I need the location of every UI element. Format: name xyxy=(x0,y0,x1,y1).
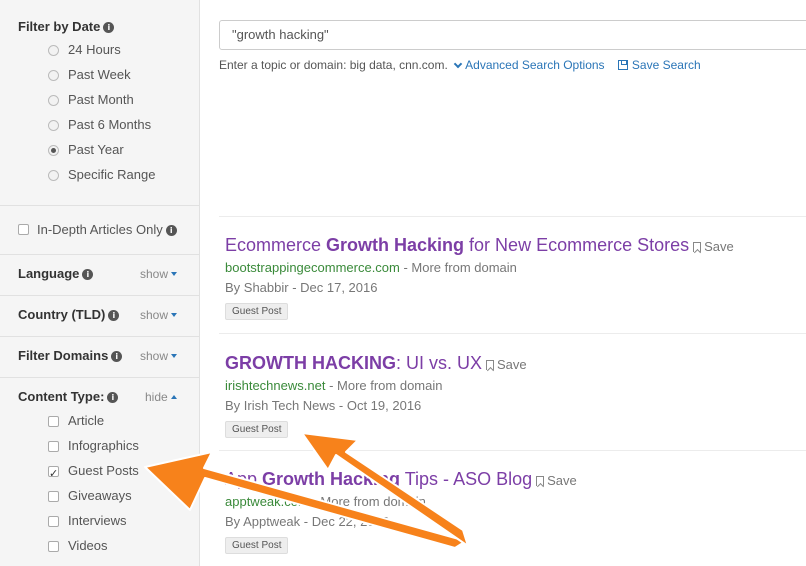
divider xyxy=(0,205,200,206)
bookmark-icon xyxy=(693,242,702,252)
content-type-hide-toggle[interactable]: hide xyxy=(145,390,177,404)
more-from-domain-link[interactable]: - More from domain xyxy=(400,260,516,275)
search-input[interactable]: "growth hacking" xyxy=(219,20,806,50)
divider xyxy=(0,377,200,378)
content-type-heading: Content Type: i xyxy=(18,389,119,404)
filter-domains-heading: Filter Domains i xyxy=(18,348,123,363)
divider xyxy=(219,333,806,334)
save-result-button[interactable]: Save xyxy=(536,473,577,488)
result-meta: By Irish Tech News - Oct 19, 2016 xyxy=(225,398,422,413)
result-meta: By Apptweak - Dec 22, 2016 xyxy=(225,514,390,529)
info-icon[interactable]: i xyxy=(82,269,94,280)
info-icon[interactable]: i xyxy=(108,310,120,321)
more-from-domain-link[interactable]: - More from domain xyxy=(309,494,425,509)
result-title[interactable]: Ecommerce Growth Hacking for New Ecommer… xyxy=(225,234,734,258)
checkbox[interactable] xyxy=(48,516,59,527)
in-depth-checkbox[interactable] xyxy=(18,224,29,235)
save-result-button[interactable]: Save xyxy=(693,239,734,254)
language-heading: Language i xyxy=(18,266,94,281)
search-hint: Enter a topic or domain: big data, cnn.c… xyxy=(219,58,701,72)
info-icon[interactable]: i xyxy=(111,351,123,362)
result-item: GROWTH HACKING: UI vs. UX Save irishtechn… xyxy=(225,352,527,438)
caret-up-icon xyxy=(170,395,177,399)
caret-down-icon xyxy=(171,354,178,358)
radio-button[interactable] xyxy=(48,170,59,181)
more-from-domain-link[interactable]: - More from domain xyxy=(325,378,442,393)
radio-button[interactable] xyxy=(48,95,59,106)
caret-down-icon xyxy=(171,272,178,276)
radio-button-selected[interactable] xyxy=(48,145,59,156)
advanced-search-link[interactable]: Advanced Search Options xyxy=(451,58,605,72)
radio-button[interactable] xyxy=(48,70,59,81)
floppy-disk-icon xyxy=(617,60,628,70)
bookmark-icon xyxy=(486,360,494,370)
save-search-link[interactable]: Save Search xyxy=(608,58,701,72)
divider xyxy=(0,254,200,255)
chevron-down-icon xyxy=(453,59,463,69)
filter-sidebar: Filter by Date i 24 Hours Past Week Past … xyxy=(0,0,200,566)
info-icon[interactable]: i xyxy=(107,392,119,403)
language-show-toggle[interactable]: show xyxy=(140,267,178,281)
checkbox[interactable] xyxy=(48,491,59,502)
divider xyxy=(0,336,200,337)
result-title[interactable]: GROWTH HACKING: UI vs. UX Save xyxy=(225,352,527,376)
result-domain[interactable]: irishtechnews.net - More from domain xyxy=(225,376,527,396)
content-type-badge: Guest Post xyxy=(225,421,289,438)
checkbox[interactable] xyxy=(48,441,59,452)
country-show-toggle[interactable]: show xyxy=(140,308,178,322)
divider xyxy=(0,295,200,296)
divider xyxy=(219,450,806,451)
content-type-badge: Guest Post xyxy=(225,303,289,320)
radio-button[interactable] xyxy=(48,45,59,56)
result-item: App Growth Hacking Tips - ASO Blog Save a… xyxy=(225,468,577,554)
caret-down-icon xyxy=(171,313,178,317)
result-meta: By Shabbir - Dec 17, 2016 xyxy=(225,280,378,295)
filter-domains-show-toggle[interactable]: show xyxy=(140,349,178,363)
result-domain[interactable]: apptweak.com - More from domain xyxy=(225,492,577,512)
info-icon[interactable]: i xyxy=(165,225,177,236)
filter-by-date-heading: Filter by Date i xyxy=(18,19,115,34)
checkbox-checked[interactable] xyxy=(48,464,59,484)
result-item: Ecommerce Growth Hacking for New Ecommer… xyxy=(225,234,734,320)
checkbox[interactable] xyxy=(48,416,59,427)
bookmark-icon xyxy=(536,476,545,486)
divider xyxy=(219,216,806,217)
radio-button[interactable] xyxy=(48,120,59,131)
result-domain[interactable]: bootstrappingecommerce.com - More from d… xyxy=(225,258,734,278)
info-icon[interactable]: i xyxy=(103,22,115,33)
result-title[interactable]: App Growth Hacking Tips - ASO Blog Save xyxy=(225,468,577,492)
checkbox[interactable] xyxy=(48,541,59,552)
save-result-button[interactable]: Save xyxy=(486,357,527,372)
content-type-badge: Guest Post xyxy=(225,537,289,554)
country-heading: Country (TLD) i xyxy=(18,307,120,322)
